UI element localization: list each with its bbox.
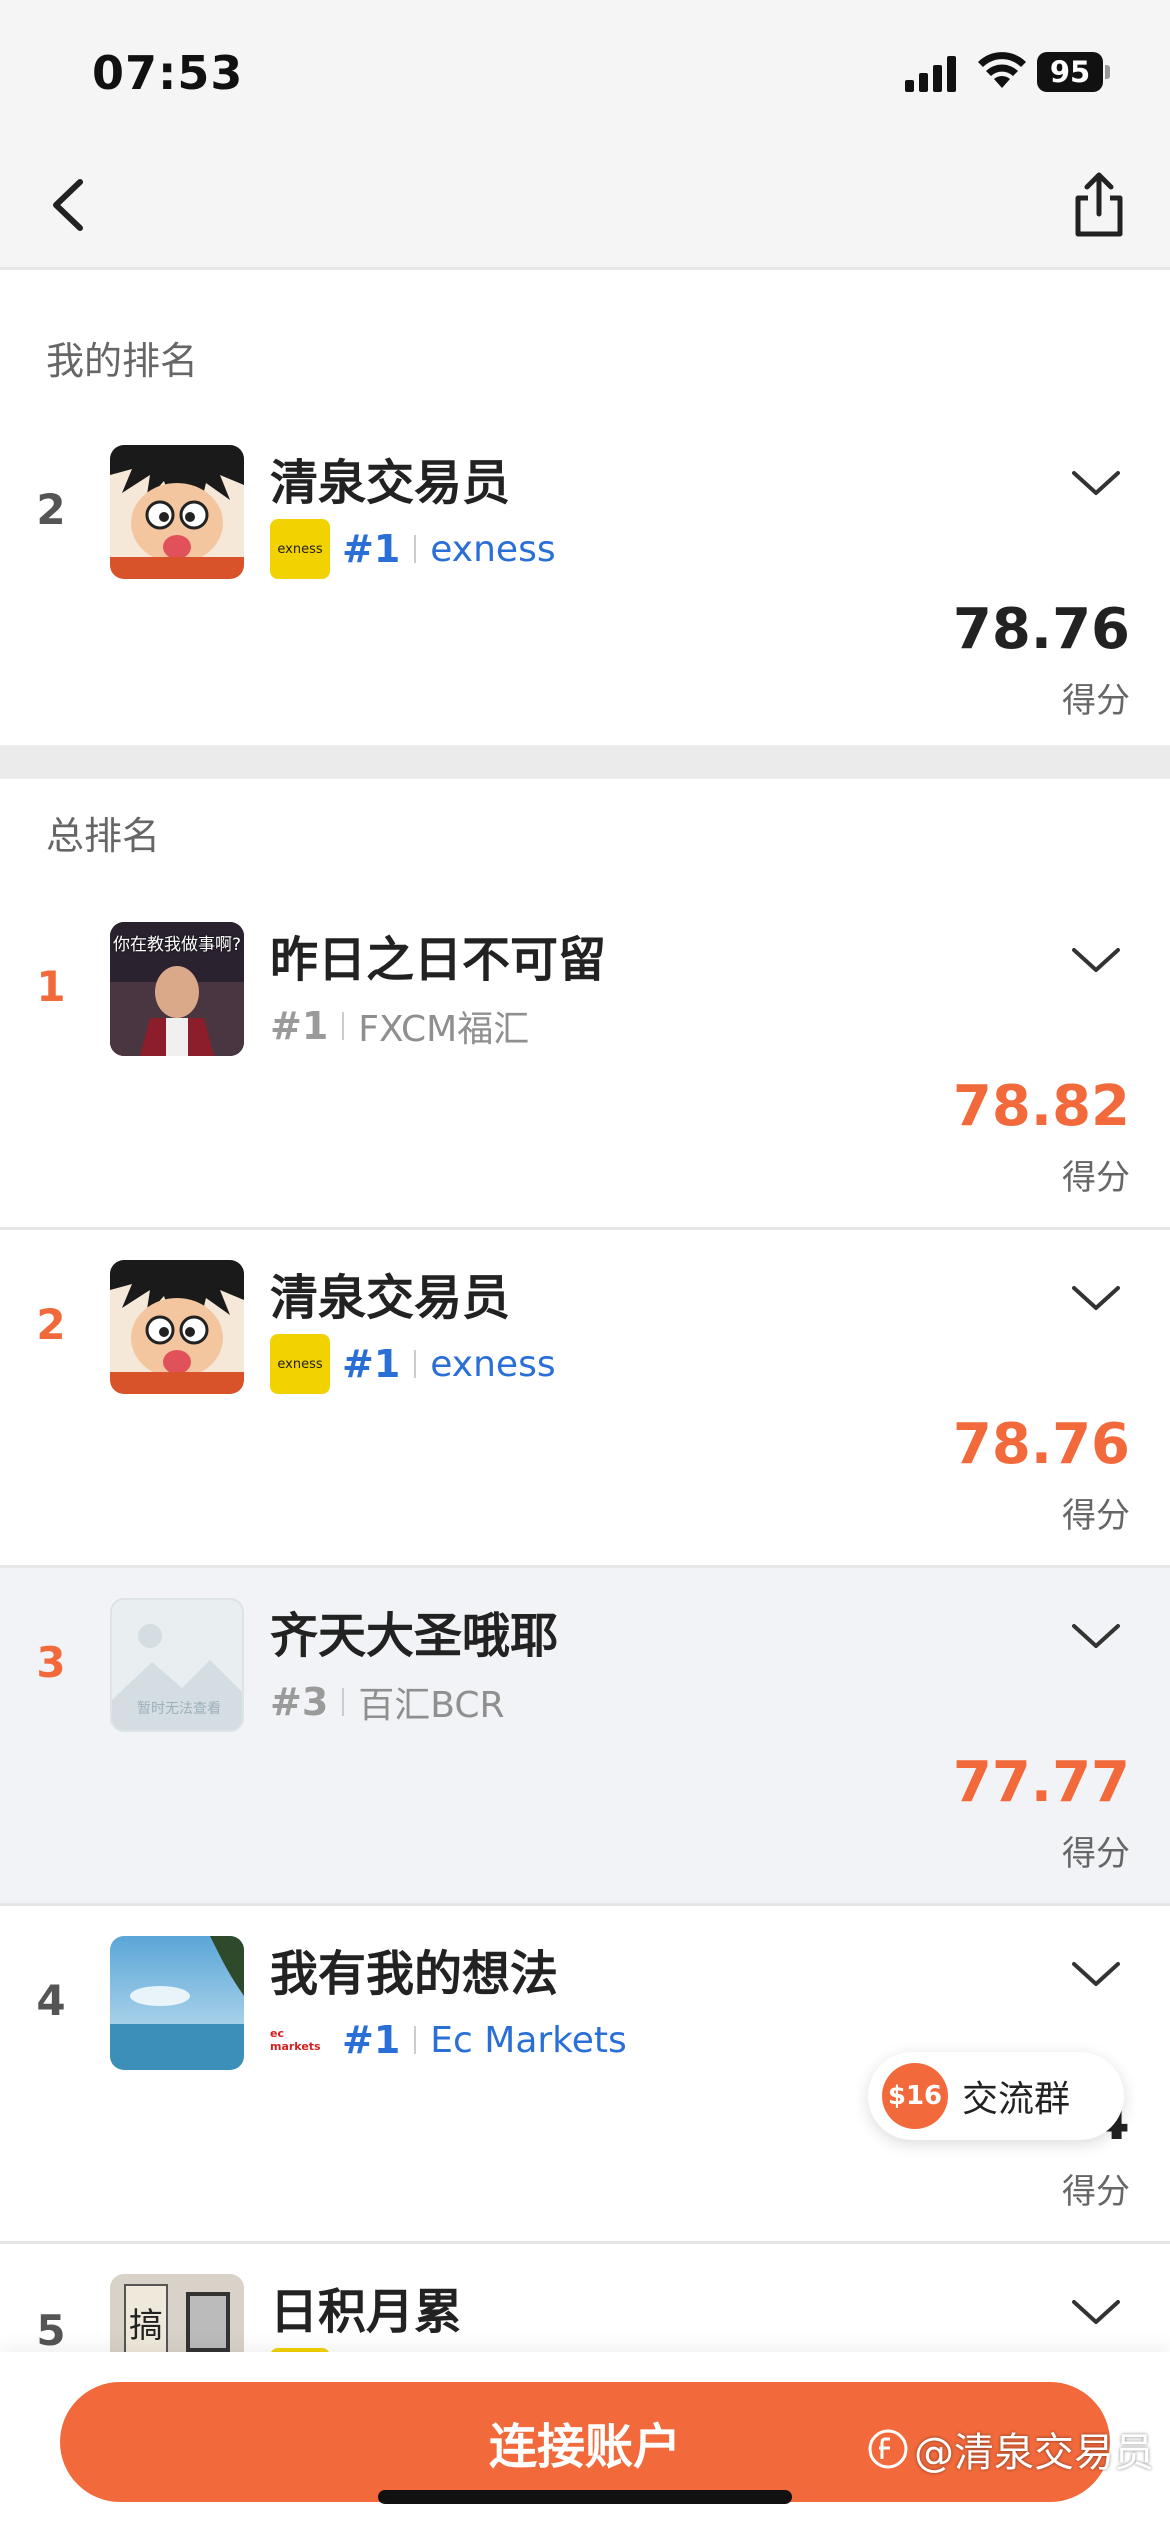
ranking-row[interactable]: 5 搞 日积月累 (0, 2244, 1170, 2408)
broker-name[interactable]: exness (430, 529, 555, 570)
share-icon[interactable] (1066, 170, 1132, 242)
broker-name[interactable]: Ec Markets (430, 2020, 627, 2061)
battery-level: 95 (1037, 52, 1103, 92)
exness-logo: exness (270, 519, 330, 579)
rank-number: 4 (36, 1976, 66, 2025)
rank-number: 1 (36, 962, 66, 1011)
ranking-row[interactable]: 2 清泉交易员 exness #1 exness 78.76 得分 (0, 1230, 1170, 1568)
chevron-down-icon[interactable] (1070, 1958, 1122, 1990)
broker-rank-tag: #3 (270, 1680, 329, 1724)
score-label: 得分 (1062, 1158, 1130, 1198)
ranking-row[interactable]: 1 你在教我做事啊? 昨日之日不可留 #1 FXCM福汇 78.82 得分 (0, 892, 1170, 1230)
avatar[interactable]: 暂时无法查看 (110, 1598, 244, 1732)
ranking-row[interactable]: 3 暂时无法查看 齐天大圣哦耶 #3 百汇BCR 77.77 得分 (0, 1568, 1170, 1906)
nav-bar (0, 130, 1170, 270)
section-divider (0, 745, 1170, 779)
broker-rank-tag: #1 (270, 1004, 329, 1048)
status-bar: 07:53 95 (0, 0, 1170, 130)
broker-name: 百汇BCR (358, 1685, 505, 1726)
overall-ranking-label: 总排名 (46, 814, 161, 858)
watermark: @清泉交易员 (868, 2420, 1154, 2478)
chevron-down-icon[interactable] (1070, 1620, 1122, 1652)
broker-name: FXCM福汇 (358, 1009, 530, 1050)
cellular-signal-icon (905, 56, 956, 92)
trader-name: 昨日之日不可留 (270, 932, 607, 988)
chevron-down-icon[interactable] (1070, 2296, 1122, 2328)
chevron-down-icon[interactable] (1070, 944, 1122, 976)
score-label: 得分 (1062, 1834, 1130, 1874)
my-ranking-row[interactable]: 2 清泉交易员 exness #1 exness 78.76 得分 (0, 415, 1170, 745)
rank-number: 5 (36, 2306, 66, 2355)
avatar[interactable]: 你在教我做事啊? (110, 922, 244, 1056)
back-arrow-icon[interactable] (40, 170, 100, 240)
avatar[interactable] (110, 1260, 244, 1394)
score-value: 78.82 (952, 1074, 1130, 1139)
avatar-caption: 暂时无法查看 (137, 1701, 221, 1717)
broker-rank-tag: #1 (342, 527, 401, 571)
score-value: 77.77 (952, 1750, 1130, 1815)
avatar[interactable] (110, 1936, 244, 2070)
chevron-down-icon[interactable] (1070, 467, 1122, 499)
avatar[interactable] (110, 445, 244, 579)
rank-number: 3 (36, 1638, 66, 1687)
trader-name: 日积月累 (270, 2284, 463, 2340)
broker-meta: exness #1 exness (270, 1334, 556, 1394)
broker-meta: ec markets #1 Ec Markets (270, 2010, 627, 2070)
ec-markets-logo: ec markets (270, 2010, 330, 2070)
broker-rank-tag: #1 (342, 2018, 401, 2062)
exness-logo: exness (270, 1334, 330, 1394)
trader-name: 清泉交易员 (270, 1270, 511, 1326)
trader-name: 齐天大圣哦耶 (270, 1608, 559, 1664)
chat-group-button[interactable]: $16 交流群 (868, 2052, 1124, 2140)
score-label: 得分 (1062, 1496, 1130, 1536)
wifi-icon (978, 52, 1026, 88)
trader-name: 清泉交易员 (270, 455, 511, 511)
score-value: 78.76 (952, 1412, 1130, 1477)
avatar-caption: 你在教我做事啊? (112, 935, 242, 955)
broker-name[interactable]: exness (430, 1344, 555, 1385)
chevron-down-icon[interactable] (1070, 1282, 1122, 1314)
score-value: 78.76 (952, 597, 1130, 662)
coin-badge: $16 (882, 2063, 948, 2129)
trader-name: 我有我的想法 (270, 1946, 559, 2002)
broker-meta: #3 百汇BCR (270, 1672, 505, 1732)
status-time: 07:53 (92, 46, 244, 100)
watermark-text: @清泉交易员 (914, 2430, 1154, 2476)
battery-icon: 95 (1037, 52, 1110, 92)
my-ranking-label: 我的排名 (46, 339, 199, 383)
platform-logo-icon (868, 2429, 908, 2469)
home-indicator (378, 2490, 792, 2504)
score-label: 得分 (1062, 681, 1130, 721)
broker-meta: exness #1 exness (270, 519, 556, 579)
score-label: 得分 (1062, 2172, 1130, 2212)
chat-group-label: 交流群 (962, 2079, 1071, 2120)
rank-number: 2 (36, 1300, 66, 1349)
broker-meta: #1 FXCM福汇 (270, 996, 529, 1056)
rank-number: 2 (36, 485, 66, 534)
broker-rank-tag: #1 (342, 1342, 401, 1386)
